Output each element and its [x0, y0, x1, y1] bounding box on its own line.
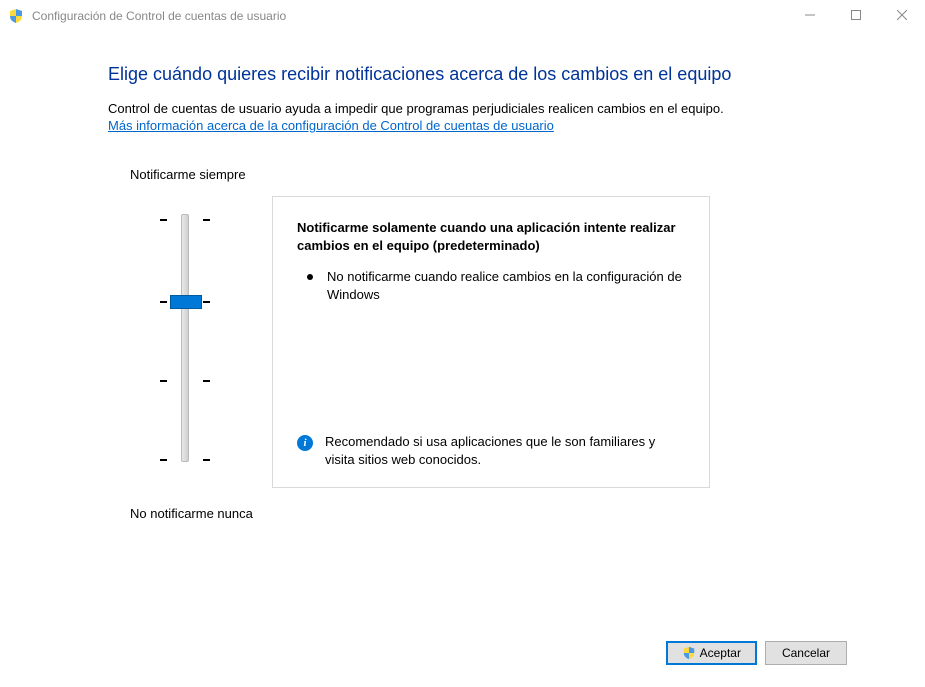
slider-tick	[203, 380, 210, 382]
slider-top-label: Notificarme siempre	[130, 167, 855, 182]
slider-tick	[160, 301, 167, 303]
page-subtext: Control de cuentas de usuario ayuda a im…	[108, 101, 855, 116]
window-controls	[787, 0, 925, 32]
info-icon: i	[297, 435, 313, 451]
slider-tick	[203, 301, 210, 303]
slider-tick	[160, 380, 167, 382]
shield-icon	[8, 8, 24, 24]
recommendation-text: Recomendado si usa aplicaciones que le s…	[325, 433, 685, 469]
ok-button-label: Aceptar	[700, 646, 741, 660]
level-title: Notificarme solamente cuando una aplicac…	[297, 219, 685, 254]
window-title: Configuración de Control de cuentas de u…	[32, 9, 787, 23]
cancel-button[interactable]: Cancelar	[765, 641, 847, 665]
close-button[interactable]	[879, 0, 925, 30]
ok-button[interactable]: Aceptar	[666, 641, 757, 665]
minimize-button[interactable]	[787, 0, 833, 30]
slider-thumb[interactable]	[170, 295, 202, 309]
cancel-button-label: Cancelar	[782, 646, 830, 660]
slider-section: Notificarme siempre Notificarme solament…	[130, 167, 855, 521]
slider-bottom-label: No notificarme nunca	[130, 506, 855, 521]
notification-slider[interactable]	[130, 196, 240, 468]
shield-icon	[682, 646, 696, 660]
slider-tick	[203, 459, 210, 461]
titlebar: Configuración de Control de cuentas de u…	[0, 0, 925, 32]
footer-buttons: Aceptar Cancelar	[666, 641, 847, 665]
level-description-box: Notificarme solamente cuando una aplicac…	[272, 196, 710, 488]
content-area: Elige cuándo quieres recibir notificacio…	[0, 32, 925, 521]
maximize-button[interactable]	[833, 0, 879, 30]
level-bullet: No notificarme cuando realice cambios en…	[307, 268, 685, 304]
level-bullet-text: No notificarme cuando realice cambios en…	[327, 268, 685, 304]
recommendation-row: i Recomendado si usa aplicaciones que le…	[297, 433, 685, 469]
bullet-icon	[307, 274, 313, 280]
slider-tick	[160, 459, 167, 461]
slider-tick	[160, 219, 167, 221]
slider-tick	[203, 219, 210, 221]
more-info-link[interactable]: Más información acerca de la configuraci…	[108, 118, 554, 133]
page-heading: Elige cuándo quieres recibir notificacio…	[108, 64, 855, 85]
